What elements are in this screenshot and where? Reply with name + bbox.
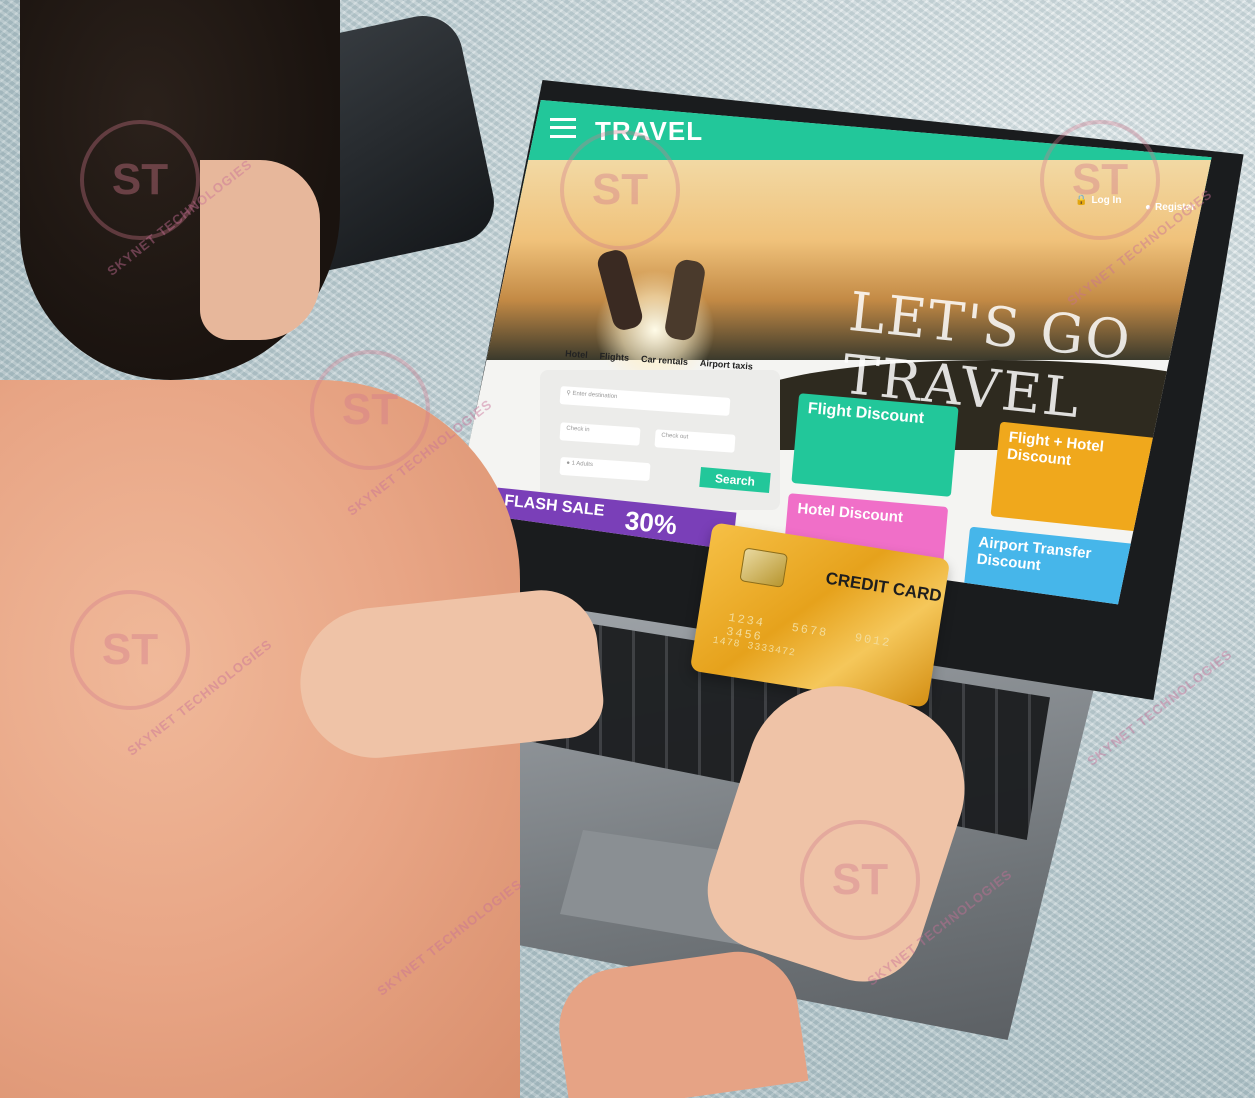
guests-value: 1 Adults	[571, 460, 594, 469]
hamburger-menu-icon[interactable]	[550, 118, 576, 138]
watermark-logo: ST	[560, 130, 680, 250]
search-icon: ⚲	[566, 390, 571, 397]
card-chip-icon	[739, 547, 789, 588]
tab-hotel[interactable]: Hotel	[565, 348, 588, 360]
flash-sale-label: FLASH SALE	[503, 492, 606, 520]
tab-flights[interactable]: Flights	[599, 351, 629, 363]
promo-card-title: Flight + Hotel Discount	[1006, 428, 1105, 470]
watermark-logo: ST	[70, 590, 190, 710]
card-number: 1234 5678 9012 3456	[725, 610, 893, 651]
check-in-label: Check in	[566, 425, 590, 434]
guests-field[interactable]: ● 1 Adults	[559, 456, 651, 482]
watermark-logo: ST	[800, 820, 920, 940]
destination-placeholder: Enter destination	[572, 390, 618, 401]
check-out-field[interactable]: Check out	[654, 429, 736, 453]
watermark-logo: ST	[310, 350, 430, 470]
promo-card-title: Flight Discount	[807, 400, 925, 428]
check-in-field[interactable]: Check in	[559, 422, 641, 446]
person-icon: ●	[566, 460, 571, 467]
check-out-label: Check out	[661, 432, 689, 441]
card-title: CREDIT CARD	[824, 568, 944, 606]
promo-card-title: Hotel Discount	[796, 500, 904, 527]
promo-card-flight-discount[interactable]: Flight Discount	[791, 393, 959, 497]
destination-field[interactable]: ⚲ Enter destination	[559, 386, 731, 416]
watermark-logo: ST	[1040, 120, 1160, 240]
promo-card-title: Airport Transfer Discount	[975, 533, 1093, 575]
photo-background: TRAVEL LET'S GO TRAVEL 🔒 Log In ● Regist…	[0, 0, 1255, 1098]
